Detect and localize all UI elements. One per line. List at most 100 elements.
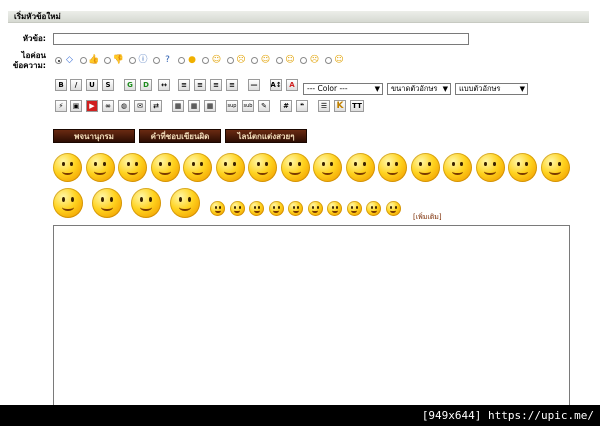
globe-button[interactable]: ◍	[118, 100, 130, 112]
justify-button[interactable]: ≡	[226, 79, 238, 91]
smiley-icon[interactable]	[53, 188, 83, 218]
strike-button[interactable]: S	[102, 79, 114, 91]
tab-decorative-lines[interactable]: ไลน์ตกแต่งสวยๆ	[225, 129, 307, 143]
smiley-icon[interactable]	[327, 201, 342, 216]
smiley-icon[interactable]	[183, 153, 212, 182]
link-button[interactable]: ∞	[102, 100, 114, 112]
move-button[interactable]: ↔	[158, 79, 170, 91]
post-icon-radio[interactable]	[79, 57, 87, 64]
smiley-mouth	[191, 168, 204, 176]
size-select-value: ขนาดตัวอักษร	[391, 84, 438, 93]
smiley-icon[interactable]	[288, 201, 303, 216]
smiley-icon[interactable]	[248, 153, 277, 182]
smiley-icon[interactable]	[378, 153, 407, 182]
smiley-icon[interactable]	[475, 153, 505, 182]
smiley-icon[interactable]	[53, 153, 82, 182]
post-icon-radio[interactable]	[153, 57, 160, 64]
smiley-mouth	[62, 204, 74, 211]
glow-button[interactable]: G	[124, 79, 136, 91]
smiley-icon[interactable]	[85, 153, 115, 182]
subscript-button[interactable]: sub	[242, 100, 254, 112]
align-center-button[interactable]: ≡	[194, 79, 206, 91]
smiley-icon[interactable]	[443, 153, 472, 182]
smiley-icon[interactable]	[131, 188, 161, 218]
smiley-icon[interactable]	[210, 201, 225, 216]
smiley-mouth	[273, 209, 279, 214]
subject-input[interactable]	[53, 33, 469, 45]
smiley-icon[interactable]	[410, 153, 440, 182]
table-button[interactable]: ▦	[172, 100, 184, 112]
subject-label: หัวข้อ:	[22, 34, 46, 43]
youtube-button[interactable]: ▶	[86, 100, 98, 112]
smiley-icon[interactable]	[249, 201, 264, 216]
table-cell-button[interactable]: ▦	[204, 100, 216, 112]
smiley-icon[interactable]	[118, 153, 147, 182]
more-smileys-link[interactable]: [เพิ่มเติม]	[413, 212, 442, 223]
smiley-mouth	[516, 168, 529, 176]
quote-button[interactable]: ❝	[296, 100, 308, 112]
smiley-eye	[149, 197, 152, 202]
tab-common-misspellings[interactable]: คำที่ชอบเขียนผิด	[139, 129, 221, 143]
align-left-button[interactable]: ≡	[178, 79, 190, 91]
smiley-icon[interactable]	[345, 153, 375, 182]
smiley-icon[interactable]	[313, 153, 342, 182]
horizontal-rule-button[interactable]: —	[248, 79, 260, 91]
smiley-icon[interactable]	[150, 153, 180, 182]
font-select[interactable]: แบบตัวอักษร ▼	[455, 83, 528, 95]
smiley-mouth	[256, 168, 269, 176]
font-size-button[interactable]: A↕	[270, 79, 282, 91]
post-icon-radio[interactable]	[300, 57, 307, 64]
smiley-eye	[191, 161, 195, 167]
post-icon-radio[interactable]	[226, 57, 234, 64]
smiley-eye	[330, 161, 334, 167]
smiley-mouth	[354, 168, 366, 176]
ftp-button[interactable]: ⇄	[150, 100, 162, 112]
thumbs-up-icon: 👍	[88, 55, 100, 65]
smiley-icon[interactable]	[307, 201, 323, 216]
smiley-eye	[354, 161, 358, 167]
list-button[interactable]: ☰	[318, 100, 330, 112]
smiley-eye	[557, 161, 561, 167]
size-select[interactable]: ขนาดตัวอักษร ▼	[387, 83, 451, 95]
smiley-eye	[256, 161, 260, 167]
font-color-button[interactable]: A	[286, 79, 298, 91]
shadow-button[interactable]: D	[140, 79, 152, 91]
message-textarea[interactable]	[53, 225, 570, 405]
code-button[interactable]: #	[280, 100, 292, 112]
superscript-button[interactable]: sup	[226, 100, 238, 112]
post-icon-radio[interactable]	[251, 57, 258, 64]
post-icon-radio[interactable]	[104, 57, 111, 64]
smiley-icon[interactable]	[215, 153, 245, 182]
underline-button[interactable]: U	[86, 79, 98, 91]
teletype-button[interactable]: ✎	[258, 100, 270, 112]
post-icon-radio[interactable]	[202, 57, 209, 64]
smiley-icon[interactable]	[540, 153, 570, 182]
smiley-icon[interactable]	[508, 153, 537, 182]
smiley-icon[interactable]	[366, 201, 381, 216]
post-icon-radio[interactable]	[55, 57, 62, 64]
smiley-icon[interactable]	[268, 201, 284, 216]
post-icon-radio[interactable]	[275, 57, 283, 64]
flash-button[interactable]: ⚡	[55, 100, 67, 112]
smiley-icon[interactable]	[280, 153, 310, 182]
tt-button[interactable]: TT	[350, 100, 364, 112]
tab-dictionary[interactable]: พจนานุกรม	[53, 129, 135, 143]
k-button[interactable]: K	[334, 100, 346, 112]
align-right-button[interactable]: ≡	[210, 79, 222, 91]
smiley-eye	[525, 161, 529, 167]
italic-button[interactable]: /	[70, 79, 82, 91]
smiley-icon[interactable]	[170, 188, 200, 218]
post-icon-radio[interactable]	[128, 57, 136, 64]
table-row-button[interactable]: ▦	[188, 100, 200, 112]
color-select[interactable]: --- Color --- ▼	[303, 83, 383, 95]
smiley-icon[interactable]	[346, 201, 362, 216]
post-icon-radio[interactable]	[177, 57, 185, 64]
email-button[interactable]: ✉	[134, 100, 146, 112]
smiley-eye	[61, 161, 65, 167]
smiley-icon[interactable]	[385, 201, 401, 216]
smiley-icon[interactable]	[92, 188, 122, 218]
image-button[interactable]: ▣	[70, 100, 82, 112]
post-icon-radio[interactable]	[324, 57, 332, 64]
bold-button[interactable]: B	[55, 79, 67, 91]
smiley-icon[interactable]	[229, 201, 245, 216]
